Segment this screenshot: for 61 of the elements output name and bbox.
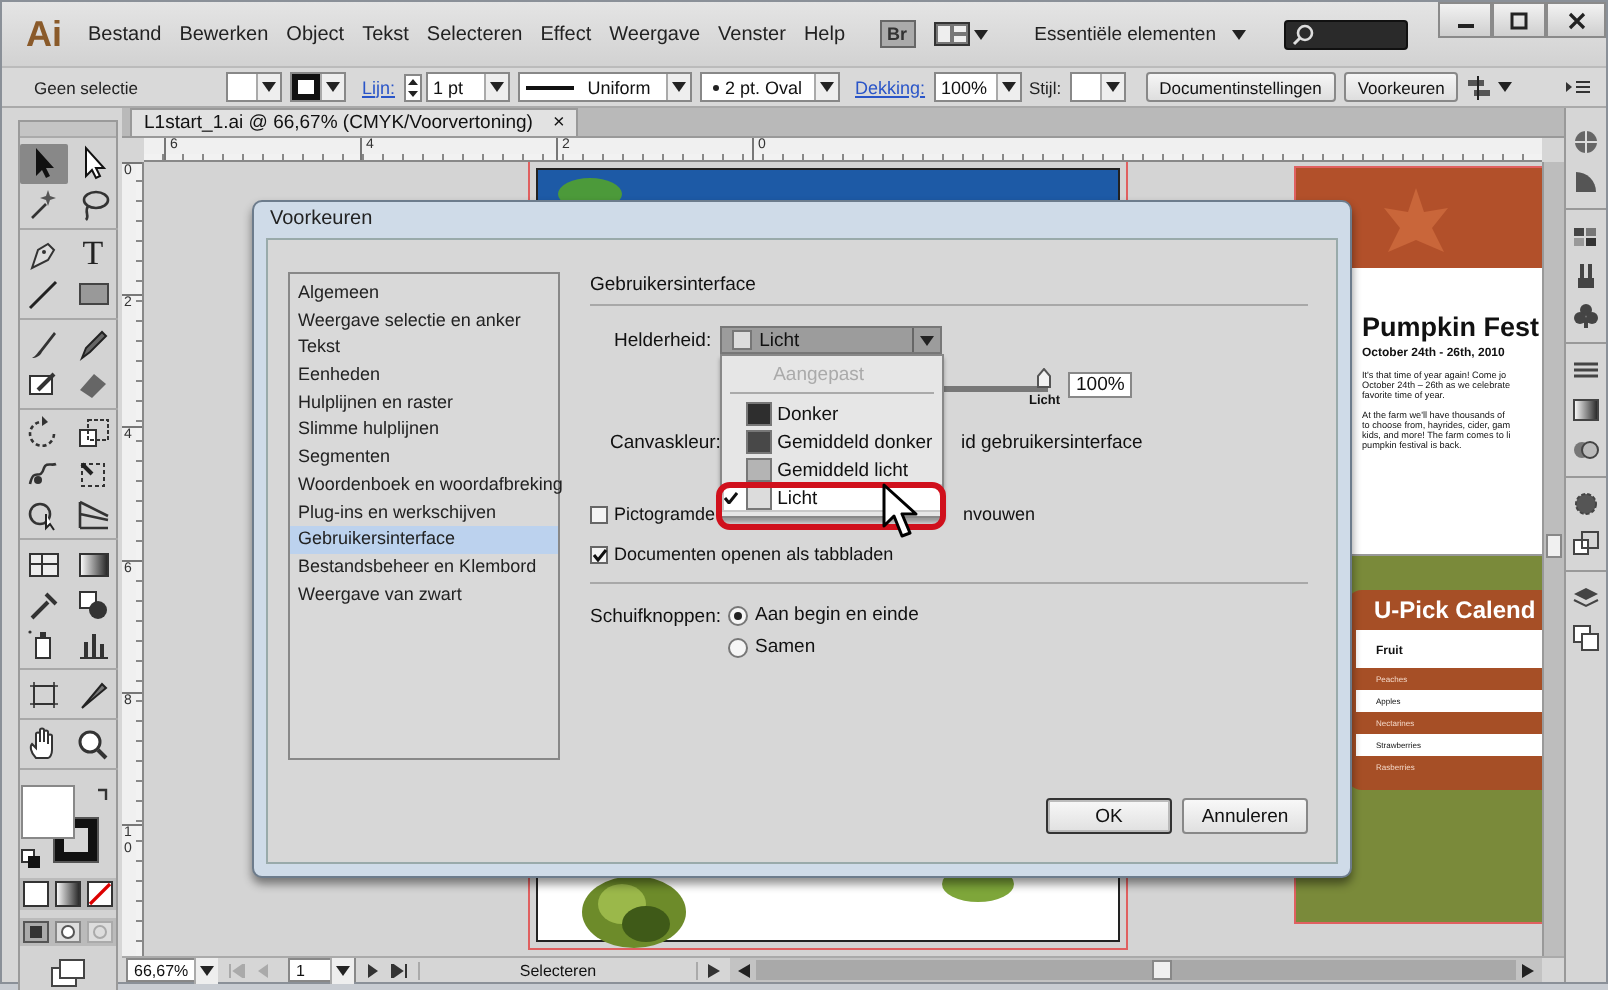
- category-item[interactable]: Gebruikersinterface: [290, 526, 558, 554]
- bridge-button[interactable]: Br: [879, 20, 916, 48]
- menu-item[interactable]: Venster: [718, 23, 786, 45]
- field-label: Canvaskleur:: [610, 432, 721, 454]
- brush-dropdown[interactable]: 2 pt. Oval: [699, 72, 839, 102]
- menu-item[interactable]: Tekst: [362, 23, 409, 45]
- menu-item[interactable]: Object: [286, 23, 345, 45]
- checkbox-label: Pictogramde: [614, 504, 716, 524]
- opacity-link[interactable]: Dekking:: [855, 77, 926, 97]
- field-label: Helderheid:: [614, 329, 712, 351]
- checkbox-label: Documenten openen als tabbladen: [614, 544, 894, 564]
- toolbar-button[interactable]: Documentinstellingen: [1145, 72, 1336, 102]
- category-item[interactable]: Bestandsbeheer en Klembord: [290, 553, 558, 582]
- dialog-title: Voorkeuren: [268, 206, 375, 234]
- checkbox-label: nvouwen: [963, 504, 1036, 524]
- page-dropdown[interactable]: 1: [288, 958, 356, 982]
- category-item[interactable]: Eenheden: [290, 362, 558, 390]
- dialog-button[interactable]: OK: [1046, 798, 1172, 834]
- type-tool[interactable]: T: [69, 234, 117, 274]
- toolbar-button[interactable]: Voorkeuren: [1343, 72, 1459, 102]
- category-item[interactable]: Algemeen: [290, 280, 558, 308]
- stroke-profile-dropdown[interactable]: Uniform: [517, 72, 691, 102]
- menu-option[interactable]: Donker: [721, 400, 942, 428]
- stroke-weight-dropdown[interactable]: 1 pt: [425, 72, 509, 102]
- current-tool-status: Selecteren: [418, 961, 698, 979]
- menu-item[interactable]: Weergave: [609, 23, 701, 45]
- menu-option: Aangepast: [721, 360, 942, 388]
- brightness-dropdown[interactable]: Licht: [719, 326, 942, 354]
- menu-option[interactable]: Gemiddeld donker: [721, 428, 942, 456]
- category-item[interactable]: Woordenboek en woordafbreking: [290, 471, 558, 499]
- category-item[interactable]: Segmenten: [290, 444, 558, 472]
- category-item[interactable]: Weergave selectie en anker: [290, 307, 558, 335]
- menu-option[interactable]: Gemiddeld licht: [721, 456, 942, 484]
- field-label: Schuifknoppen:: [590, 606, 721, 628]
- menu-item[interactable]: Selecteren: [426, 23, 523, 45]
- section-heading: Gebruikersinterface: [590, 274, 758, 296]
- category-item[interactable]: Weergave van zwart: [290, 581, 558, 609]
- menu-item[interactable]: Bestand: [88, 23, 162, 45]
- calendar-title: U-Pick Calend: [1372, 596, 1538, 624]
- document-tab[interactable]: L1start_1.ai @ 66,67% (CMYK/Voorvertoning) ×: [130, 108, 579, 136]
- flyer-title: Pumpkin Fest: [1362, 312, 1542, 342]
- radio-label: Aan begin en einde: [755, 604, 919, 626]
- category-item[interactable]: Tekst: [290, 334, 558, 363]
- selection-status: Geen selectie: [34, 77, 138, 97]
- category-item[interactable]: Slimme hulplijnen: [290, 416, 558, 445]
- menu-item[interactable]: Effect: [540, 23, 592, 45]
- menu-item[interactable]: Bewerken: [179, 23, 269, 45]
- brightness-value-field[interactable]: 100%: [1068, 372, 1133, 398]
- tab-close-button[interactable]: ×: [552, 112, 565, 134]
- radio-label: Samen: [755, 636, 816, 658]
- stroke-link[interactable]: Lijn:: [361, 77, 395, 97]
- menu-item[interactable]: Help: [803, 23, 846, 45]
- category-item[interactable]: Plug-ins en werkschijven: [290, 499, 558, 527]
- option-label: id gebruikersinterface: [960, 432, 1143, 454]
- category-item[interactable]: Hulplijnen en raster: [290, 389, 558, 417]
- app-logo: Ai: [26, 13, 62, 55]
- opacity-dropdown[interactable]: 100%: [933, 72, 1022, 102]
- dialog-button[interactable]: Annuleren: [1182, 798, 1308, 834]
- workspace-switcher[interactable]: Essentiële elementen: [1034, 23, 1246, 45]
- style-label: Stijl:: [1029, 77, 1062, 97]
- zoom-dropdown[interactable]: 66,67%: [126, 958, 218, 982]
